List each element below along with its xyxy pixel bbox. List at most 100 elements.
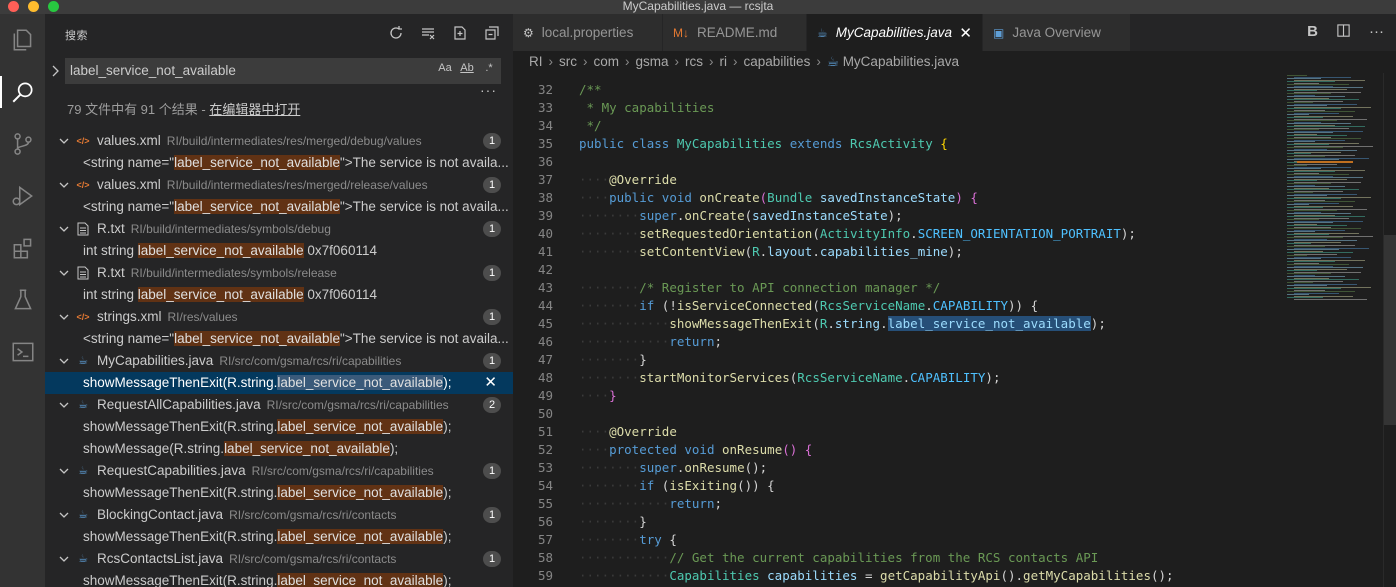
breadcrumb-item[interactable]: ri — [720, 54, 728, 69]
line-text: ········} — [579, 513, 647, 531]
line-number: 44 — [537, 298, 553, 313]
tab-file-icon: ▣ — [993, 25, 1005, 40]
chevron-down-icon[interactable] — [59, 460, 69, 482]
result-match-row[interactable]: showMessageThenExit(R.string.label_servi… — [45, 482, 513, 504]
result-file-row[interactable]: ☕ RequestAllCapabilities.java RI/src/com/g… — [45, 394, 513, 416]
split-editor-button[interactable] — [1336, 23, 1351, 42]
search-view-button[interactable] — [0, 72, 45, 112]
chevron-down-icon[interactable] — [59, 218, 69, 240]
line-number: 50 — [537, 406, 553, 421]
result-match-row[interactable]: <string name="label_service_not_availabl… — [45, 196, 513, 218]
code-token: ) — [955, 190, 963, 205]
clear-results-button[interactable] — [419, 24, 437, 42]
refresh-icon — [390, 26, 402, 39]
file-path: RI/build/intermediates/symbols/release — [130, 266, 337, 280]
code-token: MyCapabilities — [669, 136, 783, 151]
result-file-row[interactable]: </> strings.xml RI/res/values 1 — [45, 306, 513, 328]
toggle-search-details-button[interactable]: ··· — [480, 82, 497, 98]
result-file-name: RcsContactsList.java RI/src/com/gsma/rcs/… — [97, 548, 396, 570]
open-in-editor-link[interactable]: 在编辑器中打开 — [209, 102, 300, 117]
tab-java-overview[interactable]: ▣ Java Overview — [983, 14, 1131, 51]
flask-icon — [13, 289, 32, 310]
extensions-button[interactable] — [0, 228, 45, 268]
result-file-row[interactable]: </> values.xml RI/build/intermediates/res/… — [45, 174, 513, 196]
chevron-down-icon[interactable] — [59, 504, 69, 526]
chevron-down-icon[interactable] — [59, 174, 69, 196]
chevron-down-icon[interactable] — [59, 394, 69, 416]
chevron-down-icon[interactable] — [59, 350, 69, 372]
scrollbar-thumb[interactable] — [1384, 235, 1396, 425]
result-file-row[interactable]: ☕ RequestCapabilities.java RI/src/com/gsma… — [45, 460, 513, 482]
source-control-button[interactable] — [0, 124, 45, 164]
breadcrumb-item[interactable]: capabilities — [744, 54, 811, 69]
line-number: 49 — [537, 388, 553, 403]
result-file-row[interactable]: R.txt RI/build/intermediates/symbols/rele… — [45, 262, 513, 284]
result-match-row[interactable]: <string name="label_service_not_availabl… — [45, 328, 513, 350]
breadcrumb-item[interactable]: rcs — [685, 54, 703, 69]
line-text: ············return; — [579, 333, 722, 351]
minimap-line — [1294, 298, 1367, 300]
search-input[interactable]: label_service_not_available Aa Ab .* — [65, 58, 501, 84]
result-match-row[interactable]: showMessageThenExit(R.string.label_servi… — [45, 416, 513, 438]
match-suffix: ">The service is not availa... — [339, 199, 509, 214]
collapse-all-button[interactable] — [483, 24, 501, 42]
chevron-down-icon[interactable] — [59, 130, 69, 152]
run-debug-button[interactable] — [0, 176, 45, 216]
breadcrumb-item[interactable]: src — [559, 54, 577, 69]
refresh-button[interactable] — [387, 24, 405, 42]
more-actions-button[interactable]: ··· — [1369, 23, 1384, 42]
code-token: ········ — [579, 226, 640, 241]
code-editor[interactable]: 32/** 33 * My capabilities 34 */35 public c… — [513, 73, 1283, 587]
search-sidebar: 搜索 label_service_not_available Aa Ab .* … — [45, 14, 513, 587]
code-token: ( — [744, 208, 753, 223]
tab-readme-md[interactable]: M↓ README.md — [663, 14, 807, 51]
use-regex-toggle[interactable]: .* — [481, 62, 497, 74]
toggle-replace-chevron-icon[interactable] — [50, 64, 62, 78]
match-count-badge: 1 — [483, 265, 501, 281]
dismiss-match-button[interactable]: ✕ — [484, 372, 497, 394]
breadcrumb-item[interactable]: RI — [529, 54, 543, 69]
search-query[interactable]: label_service_not_available — [70, 63, 236, 78]
terminal-button[interactable] — [0, 332, 45, 372]
result-match-row[interactable]: showMessageThenExit(R.string.label_servi… — [45, 570, 513, 587]
line-text: ············showMessageThenExit(R.string… — [579, 315, 1106, 333]
tab-local-properties[interactable]: ⚙ local.properties — [513, 14, 663, 51]
breadcrumb-item[interactable]: com — [594, 54, 620, 69]
line-number: 58 — [537, 550, 553, 565]
result-match-row[interactable]: showMessageThenExit(R.string.label_servi… — [45, 526, 513, 548]
result-file-row[interactable]: ☕ BlockingContact.java RI/src/com/gsma/rcs… — [45, 504, 513, 526]
result-file-row[interactable]: R.txt RI/build/intermediates/symbols/debu… — [45, 218, 513, 240]
testing-button[interactable] — [0, 280, 45, 320]
result-match-row[interactable]: showMessage(R.string.label_service_not_a… — [45, 438, 513, 460]
match-case-toggle[interactable]: Aa — [437, 62, 453, 74]
new-search-editor-button[interactable] — [451, 24, 469, 42]
minimap[interactable] — [1283, 73, 1383, 587]
editor-tabs: B ··· ⚙ local.properties M↓ README.md ☕ MyCap… — [513, 14, 1396, 51]
match-count-badge: 1 — [483, 353, 501, 369]
result-file-row[interactable]: ☕ MyCapabilities.java RI/src/com/gsma/rcs/… — [45, 350, 513, 372]
breadcrumb-item[interactable]: gsma — [636, 54, 669, 69]
chevron-down-icon[interactable] — [59, 306, 69, 328]
result-match-row[interactable]: showMessageThenExit(R.string.label_servi… — [45, 372, 513, 394]
bold-b-button[interactable]: B — [1307, 23, 1318, 42]
tab-mycapabilities-java[interactable]: ☕ MyCapabilities.java ✕ — [807, 14, 983, 51]
result-file-row[interactable]: </> values.xml RI/build/intermediates/res/… — [45, 130, 513, 152]
code-token: startMonitorServices — [639, 370, 790, 385]
code-line: 34 */ — [513, 117, 1283, 135]
close-tab-button[interactable]: ✕ — [959, 24, 972, 42]
code-token: . — [827, 316, 835, 331]
code-token: ············ — [579, 334, 670, 349]
match-prefix: <string name=" — [83, 199, 175, 214]
breadcrumb-item[interactable]: MyCapabilities.java — [843, 54, 959, 69]
result-match-row[interactable]: int string label_service_not_available 0… — [45, 240, 513, 262]
chevron-down-icon[interactable] — [59, 548, 69, 570]
result-file-row[interactable]: ☕ RcsContactsList.java RI/src/com/gsma/rcs… — [45, 548, 513, 570]
line-number: 52 — [537, 442, 553, 457]
chevron-down-icon[interactable] — [59, 262, 69, 284]
result-match-row[interactable]: <string name="label_service_not_availabl… — [45, 152, 513, 174]
result-match-row[interactable]: int string label_service_not_available 0… — [45, 284, 513, 306]
code-token: ········ — [579, 352, 640, 367]
explorer-button[interactable] — [0, 20, 45, 60]
match-whole-word-toggle[interactable]: Ab — [459, 62, 475, 74]
line-number: 56 — [537, 514, 553, 529]
